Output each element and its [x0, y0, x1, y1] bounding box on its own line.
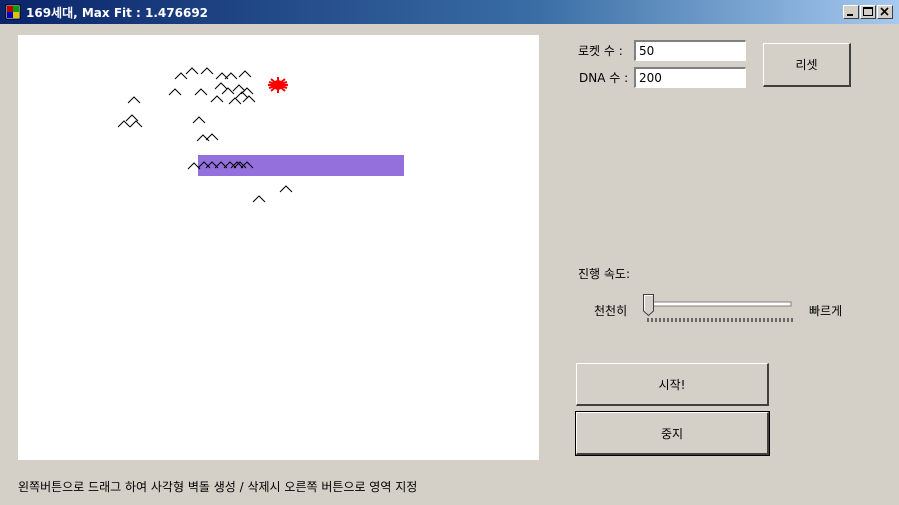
slider-thumb[interactable]	[643, 294, 654, 317]
minimize-icon	[847, 14, 853, 16]
rocket-marker	[168, 88, 182, 96]
reset-button[interactable]: 리셋	[763, 43, 851, 87]
speed-slider[interactable]	[643, 294, 795, 326]
simulation-canvas[interactable]	[18, 35, 539, 460]
maximize-icon	[863, 7, 873, 16]
close-button[interactable]	[877, 5, 893, 19]
rocket-count-label: 로켓 수 :	[578, 44, 623, 58]
rocket-marker	[232, 84, 246, 92]
speed-label: 진행 속도:	[578, 267, 631, 281]
app-icon	[5, 4, 21, 20]
wall-block	[198, 155, 404, 176]
start-button[interactable]: 시작!	[576, 363, 769, 406]
speed-fast-label: 빠르게	[809, 304, 843, 318]
rocket-marker	[279, 185, 293, 193]
rocket-marker	[252, 195, 266, 203]
rocket-marker	[194, 88, 208, 96]
rocket-marker	[185, 67, 199, 75]
speed-slow-label: 천천히	[594, 304, 628, 318]
rocket-count-input[interactable]: 50	[634, 40, 746, 61]
minimize-button[interactable]	[843, 5, 859, 19]
rocket-marker	[125, 114, 139, 122]
stop-button[interactable]: 중지	[575, 411, 770, 456]
dna-count-input[interactable]: 200	[634, 67, 746, 88]
window-title: 169세대, Max Fit : 1.476692	[26, 6, 209, 20]
rocket-marker	[242, 95, 256, 103]
rocket-marker	[129, 120, 143, 128]
status-hint: 왼쪽버튼으로 드래그 하여 사각형 벽돌 생성 / 삭제시 오른쪽 버튼으로 영…	[18, 480, 418, 494]
title-bar: 169세대, Max Fit : 1.476692	[0, 0, 899, 24]
maximize-button[interactable]	[860, 5, 876, 19]
rocket-marker	[127, 96, 141, 104]
rocket-marker	[214, 82, 228, 90]
rocket-group	[117, 67, 293, 203]
rocket-marker	[221, 87, 235, 95]
rocket-marker	[200, 67, 214, 75]
target-splat	[268, 77, 288, 93]
rocket-marker	[238, 70, 252, 78]
dna-count-label: DNA 수 :	[579, 71, 629, 85]
rocket-marker	[228, 97, 242, 105]
rocket-marker	[117, 120, 131, 128]
rocket-marker	[192, 116, 206, 124]
rocket-marker	[196, 134, 210, 142]
rocket-marker	[210, 95, 224, 103]
close-icon	[880, 7, 889, 16]
slider-ticks	[647, 318, 793, 322]
rocket-marker	[174, 72, 188, 80]
simulation-svg	[117, 67, 404, 203]
slider-track	[646, 301, 792, 307]
